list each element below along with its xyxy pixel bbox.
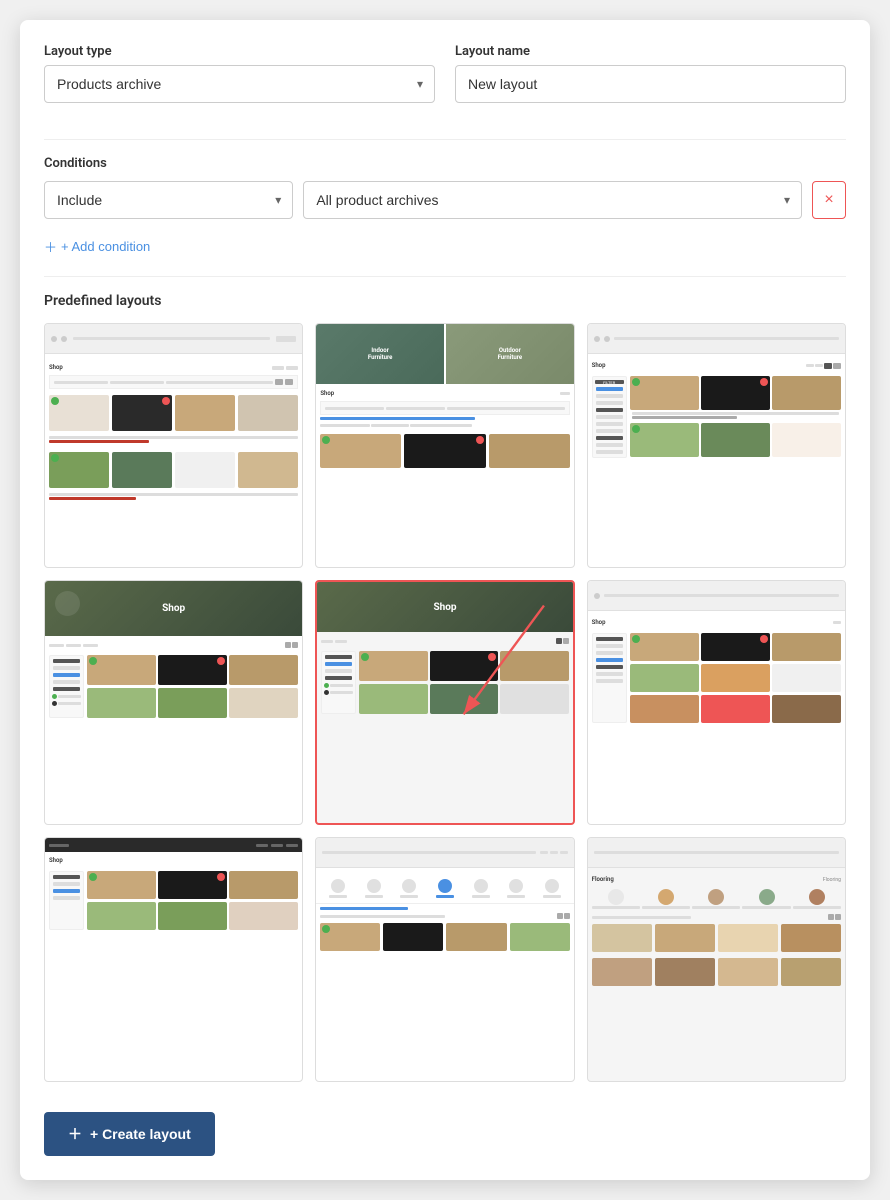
layout-thumbnail-5[interactable]: Shop	[315, 580, 574, 825]
predefined-layouts-title: Predefined layouts	[44, 293, 846, 309]
layout-name-label: Layout name	[455, 44, 846, 59]
layout-thumbnail-4[interactable]: Shop	[44, 580, 303, 825]
layout-name-input[interactable]	[455, 65, 846, 103]
conditions-section: Conditions Include Exclude ▾ All product…	[44, 156, 846, 227]
layout-thumbnail-9[interactable]: Flooring Flooring	[587, 837, 846, 1082]
condition-include-select[interactable]: Include Exclude	[44, 181, 293, 219]
layout-form-row: Layout type Products archive Single prod…	[44, 44, 846, 103]
create-layout-plus-icon: ＋	[68, 1124, 82, 1144]
add-condition-plus-icon: ＋	[44, 237, 57, 256]
layout-thumbnail-6[interactable]: Shop	[587, 580, 846, 825]
layout-thumbnail-7[interactable]: Shop	[44, 837, 303, 1082]
condition-include-wrapper: Include Exclude ▾	[44, 181, 293, 219]
remove-condition-button[interactable]: ×	[812, 181, 846, 219]
layout-type-select[interactable]: Products archive Single product Homepage…	[44, 65, 435, 103]
layout-thumbnail-8[interactable]	[315, 837, 574, 1082]
condition-target-wrapper: All product archives Specific categories…	[303, 181, 802, 219]
conditions-label: Conditions	[44, 156, 846, 171]
layout-thumbnail-1[interactable]: Shop	[44, 323, 303, 568]
layout-type-select-wrapper: Products archive Single product Homepage…	[44, 65, 435, 103]
layout-name-group: Layout name	[455, 44, 846, 103]
add-condition-button[interactable]: ＋ + Add condition	[44, 237, 846, 256]
layout-thumbnail-3[interactable]: Shop FILTER	[587, 323, 846, 568]
layout-type-label: Layout type	[44, 44, 435, 59]
condition-row: Include Exclude ▾ All product archives S…	[44, 181, 846, 219]
layouts-grid: Shop	[44, 323, 846, 1082]
layout-type-group: Layout type Products archive Single prod…	[44, 44, 435, 103]
condition-target-select[interactable]: All product archives Specific categories…	[303, 181, 802, 219]
create-layout-label: + Create layout	[90, 1126, 191, 1142]
create-layout-button[interactable]: ＋ + Create layout	[44, 1112, 215, 1156]
create-layout-modal: Layout type Products archive Single prod…	[20, 20, 870, 1180]
add-condition-label: + Add condition	[61, 239, 150, 254]
layout-thumbnail-2[interactable]: IndoorFurniture OutdoorFurniture Shop	[315, 323, 574, 568]
predefined-layouts-section: Predefined layouts Shop	[44, 293, 846, 1102]
